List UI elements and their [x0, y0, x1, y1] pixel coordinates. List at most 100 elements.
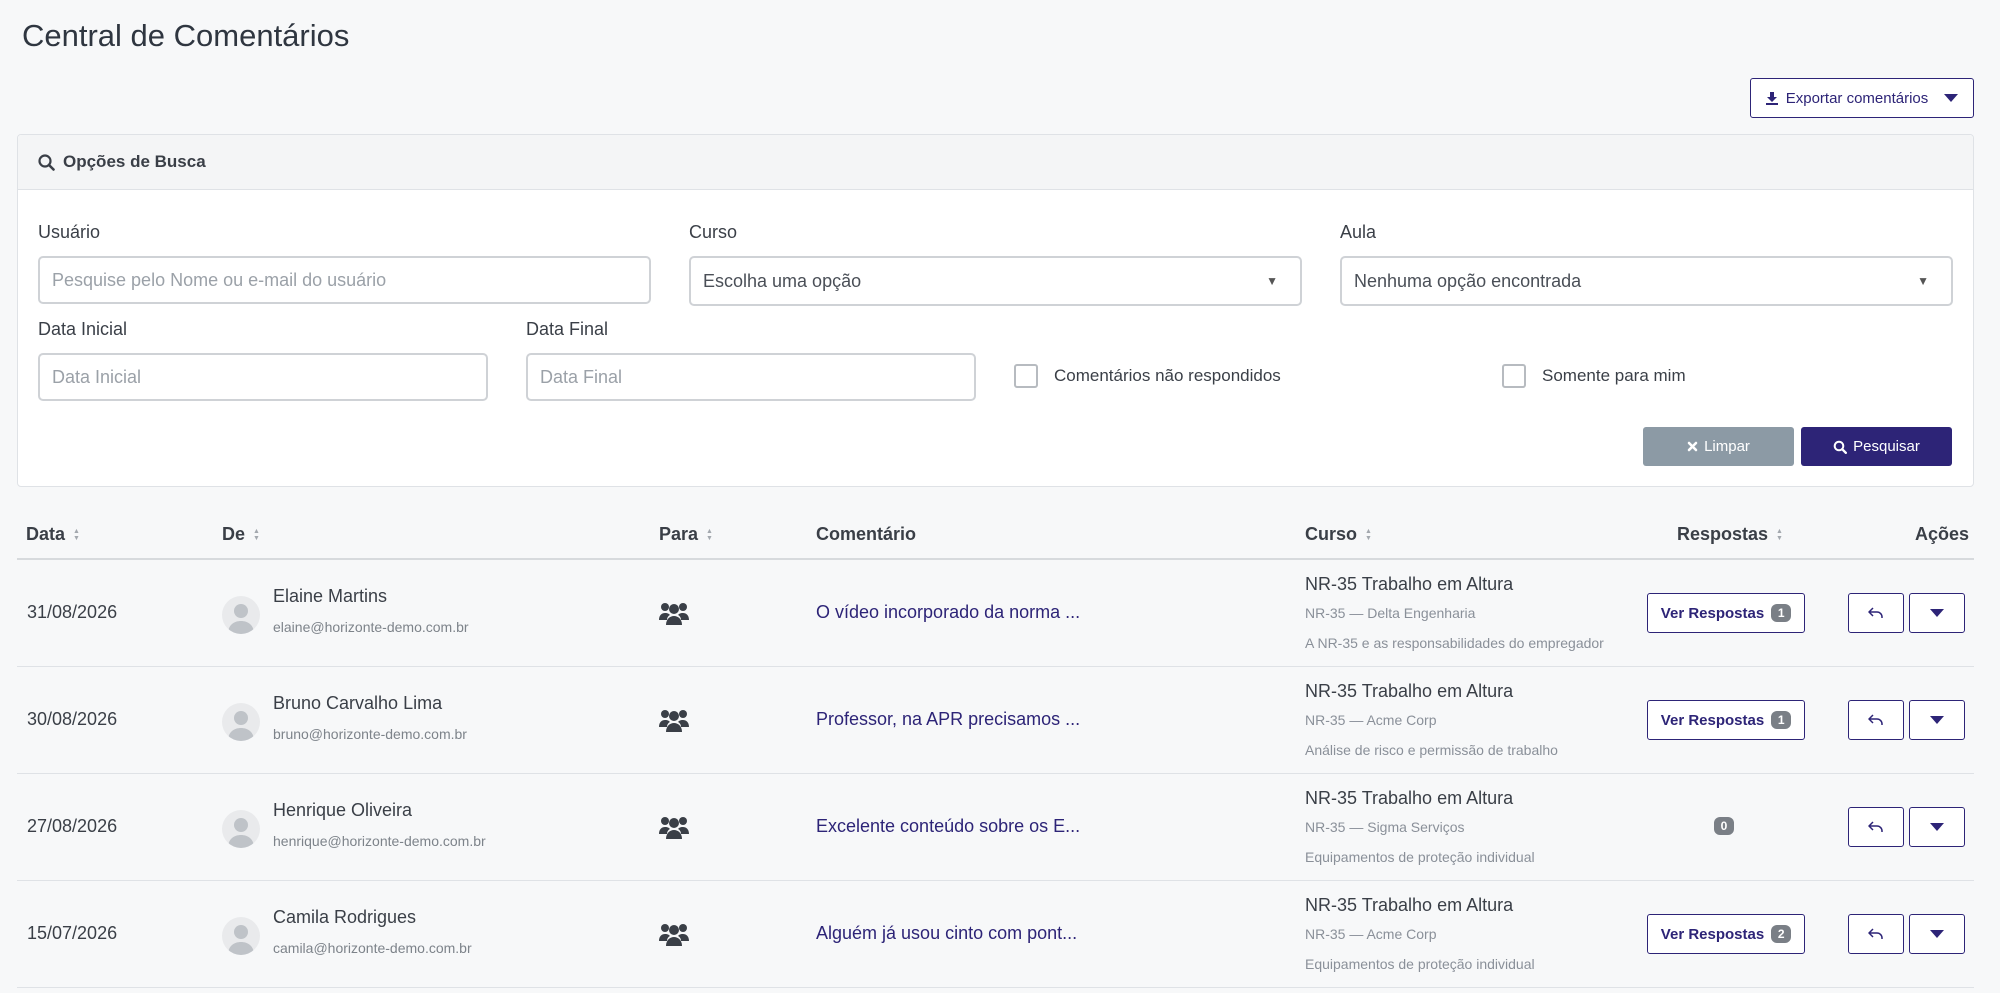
- replies-count-badge: 0: [1714, 817, 1734, 835]
- reply-icon: [1868, 928, 1883, 939]
- user-name: Camila Rodrigues: [273, 907, 417, 927]
- row-date: 15/07/2026: [27, 923, 118, 943]
- more-actions-button[interactable]: [1909, 807, 1965, 847]
- search-button[interactable]: Pesquisar: [1801, 427, 1952, 466]
- user-avatar-icon: [228, 711, 254, 741]
- user-email: bruno@horizonte-demo.com.br: [273, 726, 467, 742]
- aula-select[interactable]: Nenhuma opção encontrada ▼: [1340, 256, 1953, 306]
- download-icon: [1765, 92, 1778, 105]
- user-name: Elaine Martins: [273, 586, 388, 606]
- header-data-label: Data: [26, 524, 66, 544]
- clear-button[interactable]: Limpar: [1643, 427, 1794, 466]
- search-panel-header: Opções de Busca: [18, 135, 1973, 190]
- curso-select[interactable]: Escolha uma opção ▼: [689, 256, 1302, 306]
- reply-icon: [1868, 714, 1883, 725]
- curso-label: Curso: [689, 222, 738, 242]
- ver-respostas-button[interactable]: Ver Respostas 1: [1647, 593, 1805, 633]
- replies-count-badge: 2: [1771, 925, 1792, 943]
- chevron-down-icon: ▼: [1917, 274, 1929, 288]
- sort-icon: ▲ ▼: [73, 527, 80, 542]
- course-lesson: A NR-35 e as responsabilidades do empreg…: [1305, 635, 1604, 651]
- ver-respostas-button[interactable]: Ver Respostas 1: [1647, 700, 1805, 740]
- replies-count-badge: 1: [1771, 711, 1792, 729]
- ver-respostas-label: Ver Respostas: [1660, 604, 1765, 622]
- checkbox-box[interactable]: [1014, 364, 1038, 388]
- caret-down-icon: [1930, 823, 1944, 831]
- user-avatar-icon: [228, 818, 254, 848]
- course-company: NR-35 — Sigma Serviços: [1305, 819, 1465, 835]
- aula-label: Aula: [1340, 222, 1377, 242]
- table-row: 30/08/2026 Bruno Carvalho Lima bruno@hor…: [17, 667, 1974, 774]
- somente-mim-checkbox[interactable]: Somente para mim: [1502, 364, 1686, 388]
- course-company: NR-35 — Acme Corp: [1305, 926, 1437, 942]
- group-icon[interactable]: [659, 707, 689, 733]
- more-actions-button[interactable]: [1909, 700, 1965, 740]
- nao-respondidos-checkbox[interactable]: Comentários não respondidos: [1014, 364, 1281, 388]
- data-final-label: Data Final: [526, 319, 609, 339]
- curso-select-value: Escolha uma opção: [703, 270, 862, 291]
- avatar: [222, 703, 260, 741]
- avatar: [222, 810, 260, 848]
- close-icon: [1687, 441, 1698, 452]
- data-final-input[interactable]: [526, 353, 976, 401]
- header-para-label: Para: [659, 524, 699, 544]
- table-header: Data ▲ ▼ De ▲ ▼ Para ▲ ▼ Comentário Curso ▲…: [17, 510, 1974, 560]
- nao-respondidos-label: Comentários não respondidos: [1054, 366, 1281, 385]
- comment-link[interactable]: Alguém já usou cinto com pont...: [816, 923, 1077, 944]
- header-respostas[interactable]: Respostas ▲ ▼: [1677, 524, 1783, 545]
- row-date: 27/08/2026: [27, 816, 118, 836]
- export-comments-button[interactable]: Exportar comentários: [1750, 78, 1974, 118]
- header-comentario-label: Comentário: [816, 524, 917, 544]
- search-icon: [1833, 440, 1848, 454]
- more-actions-button[interactable]: [1909, 593, 1965, 633]
- group-icon[interactable]: [659, 814, 689, 840]
- table-row: 31/08/2026 Elaine Martins elaine@horizon…: [17, 560, 1974, 667]
- ver-respostas-button[interactable]: Ver Respostas 2: [1647, 914, 1805, 954]
- comment-link[interactable]: Professor, na APR precisamos ...: [816, 709, 1080, 730]
- header-para[interactable]: Para ▲ ▼: [659, 524, 713, 545]
- reply-button[interactable]: [1848, 593, 1904, 633]
- course-company: NR-35 — Acme Corp: [1305, 712, 1437, 728]
- caret-down-icon: [1944, 94, 1959, 102]
- group-icon[interactable]: [659, 600, 689, 626]
- more-actions-button[interactable]: [1909, 914, 1965, 954]
- reply-icon: [1868, 607, 1883, 618]
- avatar: [222, 596, 260, 634]
- row-date: 31/08/2026: [27, 602, 118, 622]
- comment-link[interactable]: Excelente conteúdo sobre os E...: [816, 816, 1080, 837]
- page-title: Central de Comentários: [22, 18, 350, 53]
- course-title: NR-35 Trabalho em Altura: [1305, 788, 1514, 808]
- ver-respostas-label: Ver Respostas: [1660, 711, 1765, 729]
- course-title: NR-35 Trabalho em Altura: [1305, 574, 1514, 594]
- course-lesson: Análise de risco e permissão de trabalho: [1305, 742, 1558, 758]
- header-acoes: Ações: [1915, 524, 1969, 545]
- group-icon[interactable]: [659, 921, 689, 947]
- usuario-label: Usuário: [38, 222, 101, 242]
- data-inicial-input[interactable]: [38, 353, 488, 401]
- caret-down-icon: [1930, 930, 1944, 938]
- course-company: NR-35 — Delta Engenharia: [1305, 605, 1476, 621]
- ver-respostas-label: Ver Respostas: [1660, 925, 1765, 943]
- comment-link[interactable]: O vídeo incorporado da norma ...: [816, 602, 1080, 623]
- sort-icon: ▲ ▼: [706, 527, 713, 542]
- header-de[interactable]: De ▲ ▼: [222, 524, 260, 545]
- checkbox-box[interactable]: [1502, 364, 1526, 388]
- header-respostas-label: Respostas: [1677, 524, 1769, 544]
- usuario-input[interactable]: [38, 256, 651, 304]
- data-inicial-label: Data Inicial: [38, 319, 128, 339]
- search-panel-title: Opções de Busca: [63, 152, 206, 171]
- reply-icon: [1868, 821, 1883, 832]
- header-curso[interactable]: Curso ▲ ▼: [1305, 524, 1372, 545]
- export-label: Exportar comentários: [1785, 89, 1929, 107]
- course-lesson: Equipamentos de proteção individual: [1305, 849, 1535, 865]
- somente-mim-label: Somente para mim: [1542, 366, 1686, 385]
- header-data[interactable]: Data ▲ ▼: [26, 524, 80, 545]
- sort-icon: ▲ ▼: [1365, 527, 1372, 542]
- reply-button[interactable]: [1848, 807, 1904, 847]
- search-label: Pesquisar: [1853, 438, 1920, 455]
- replies-count-badge: 1: [1771, 604, 1792, 622]
- sort-icon: ▲ ▼: [253, 527, 260, 542]
- header-de-label: De: [222, 524, 246, 544]
- reply-button[interactable]: [1848, 914, 1904, 954]
- reply-button[interactable]: [1848, 700, 1904, 740]
